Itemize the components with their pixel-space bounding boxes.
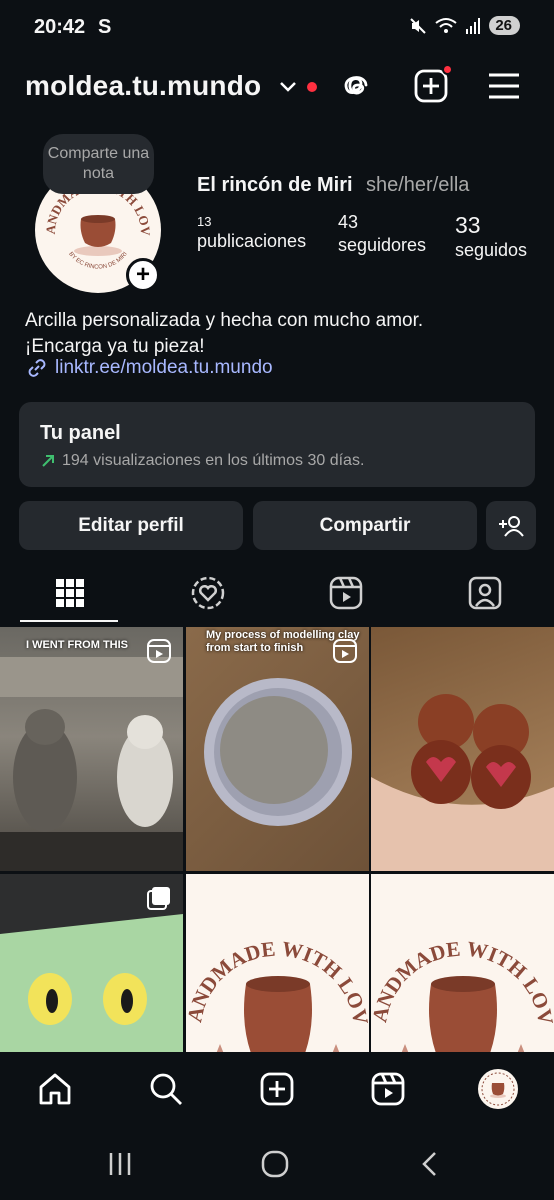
discover-people-button[interactable] <box>486 501 536 550</box>
tab-reels[interactable] <box>286 562 405 624</box>
back-icon[interactable] <box>410 1146 450 1182</box>
pronouns: she/her/ella <box>366 174 470 196</box>
posts-count: 13 <box>197 214 212 229</box>
post-image <box>371 694 554 871</box>
status-icons: 26 <box>409 16 520 35</box>
status-time: 20:42 <box>34 16 86 38</box>
threads-icon[interactable] <box>336 66 376 106</box>
handmade-logo-icon: HANDMADE WITH LOVE <box>371 874 554 1052</box>
grid-post[interactable]: HANDMADE WITH LOVE <box>186 874 369 1052</box>
followers-count: 43 <box>338 212 359 232</box>
active-tab-indicator <box>20 620 118 622</box>
profile-tab[interactable] <box>475 1066 521 1112</box>
posts-grid: I WENT FROM THIS My process of modelling… <box>0 627 554 1052</box>
profile-avatar <box>476 1067 520 1111</box>
link-text: linktr.ee/moldea.tu.mundo <box>55 357 273 378</box>
following-label: seguidos <box>455 240 528 260</box>
profile-tabs <box>0 562 554 624</box>
search-icon[interactable] <box>143 1066 189 1112</box>
followers-stat[interactable]: 43 seguidores <box>338 212 426 256</box>
username[interactable]: moldea.tu.mundo <box>25 70 261 102</box>
followers-label: seguidores <box>338 235 427 255</box>
carrier-icon: S <box>98 16 112 38</box>
tab-tagged[interactable] <box>425 562 544 624</box>
edit-profile-button[interactable]: Editar perfil <box>19 501 243 550</box>
tab-grid[interactable] <box>10 562 129 624</box>
grid-post[interactable]: HANDMADE WITH LOVE <box>371 874 554 1052</box>
home-button-icon[interactable] <box>255 1146 295 1182</box>
professional-dashboard[interactable]: Tu panel 194 visualizaciones en los últi… <box>19 402 535 487</box>
bio-line: Arcilla personalizada y hecha con mucho … <box>25 310 424 331</box>
panel-subtitle: 194 visualizaciones en los últimos 30 dí… <box>40 452 364 470</box>
recent-apps-icon[interactable] <box>100 1146 140 1182</box>
collab-icon <box>191 576 224 610</box>
panel-subtitle-text: 194 visualizaciones en los últimos 30 dí… <box>62 452 365 469</box>
grid-icon <box>55 579 84 607</box>
display-name: El rincón de Miri <box>197 174 353 196</box>
bottom-nav <box>0 1052 554 1128</box>
create-notification-dot <box>442 64 453 75</box>
profile-header: moldea.tu.mundo <box>0 62 554 110</box>
panel-title: Tu panel <box>40 422 121 444</box>
battery-indicator: 26 <box>489 16 520 35</box>
tab-collabs[interactable] <box>148 562 267 624</box>
bio-link[interactable]: linktr.ee/moldea.tu.mundo <box>25 357 273 379</box>
posts-stat[interactable]: 13 publicaciones <box>197 214 306 252</box>
wifi-icon <box>435 17 457 33</box>
reel-icon <box>147 639 171 668</box>
posts-label: publicaciones <box>197 231 307 251</box>
grid-post[interactable] <box>371 627 554 871</box>
reel-icon <box>333 639 357 668</box>
add-person-icon <box>499 515 524 537</box>
create-icon[interactable] <box>411 64 453 106</box>
grid-post[interactable] <box>0 874 183 1052</box>
mute-icon <box>410 17 427 34</box>
handmade-logo-icon: HANDMADE WITH LOVE <box>186 874 369 1052</box>
reels-icon <box>329 576 362 610</box>
bio: Arcilla personalizada y hecha con mucho … <box>25 308 423 360</box>
notification-dot <box>307 82 317 92</box>
status-bar: 20:42 S 26 <box>0 0 554 56</box>
grid-post[interactable]: I WENT FROM THIS <box>0 627 183 871</box>
grid-post[interactable]: My process of modelling clay from start … <box>186 627 369 871</box>
carousel-icon <box>147 886 171 915</box>
note-bubble[interactable]: Comparte una nota <box>43 134 154 194</box>
following-count: 33 <box>455 212 481 238</box>
chevron-down-icon[interactable] <box>278 72 298 100</box>
system-nav <box>0 1128 554 1200</box>
tagged-icon <box>468 576 501 610</box>
trend-up-icon <box>42 455 54 467</box>
add-story-button[interactable]: + <box>126 258 160 292</box>
reels-icon[interactable] <box>365 1066 411 1112</box>
signal-icon <box>466 17 481 34</box>
share-profile-button[interactable]: Compartir <box>253 501 477 550</box>
link-icon <box>28 359 46 377</box>
menu-icon[interactable] <box>484 66 524 106</box>
home-icon[interactable] <box>32 1066 78 1112</box>
following-stat[interactable]: 33 seguidos <box>455 212 527 261</box>
create-icon[interactable] <box>254 1066 300 1112</box>
